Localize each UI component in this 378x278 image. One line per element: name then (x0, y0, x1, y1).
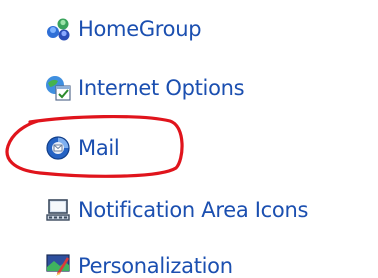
control-panel-item-label: Mail (78, 136, 120, 160)
notification-area-icon (44, 196, 72, 224)
control-panel-item-label: Personalization (78, 254, 233, 278)
internet-options-icon (44, 74, 72, 102)
control-panel-list: HomeGroup Internet Options Mail Notifica… (0, 0, 378, 278)
control-panel-item-label: Internet Options (78, 76, 245, 100)
control-panel-item-internet-options[interactable]: Internet Options (44, 71, 245, 105)
control-panel-item-notification-area-icons[interactable]: Notification Area Icons (44, 193, 308, 227)
personalization-icon (44, 252, 72, 278)
homegroup-icon (44, 15, 72, 43)
mail-icon (44, 134, 72, 162)
control-panel-item-personalization[interactable]: Personalization (44, 249, 233, 278)
control-panel-item-mail[interactable]: Mail (44, 131, 120, 165)
control-panel-item-label: HomeGroup (78, 17, 202, 41)
control-panel-item-label: Notification Area Icons (78, 198, 309, 222)
control-panel-item-homegroup[interactable]: HomeGroup (44, 12, 202, 46)
